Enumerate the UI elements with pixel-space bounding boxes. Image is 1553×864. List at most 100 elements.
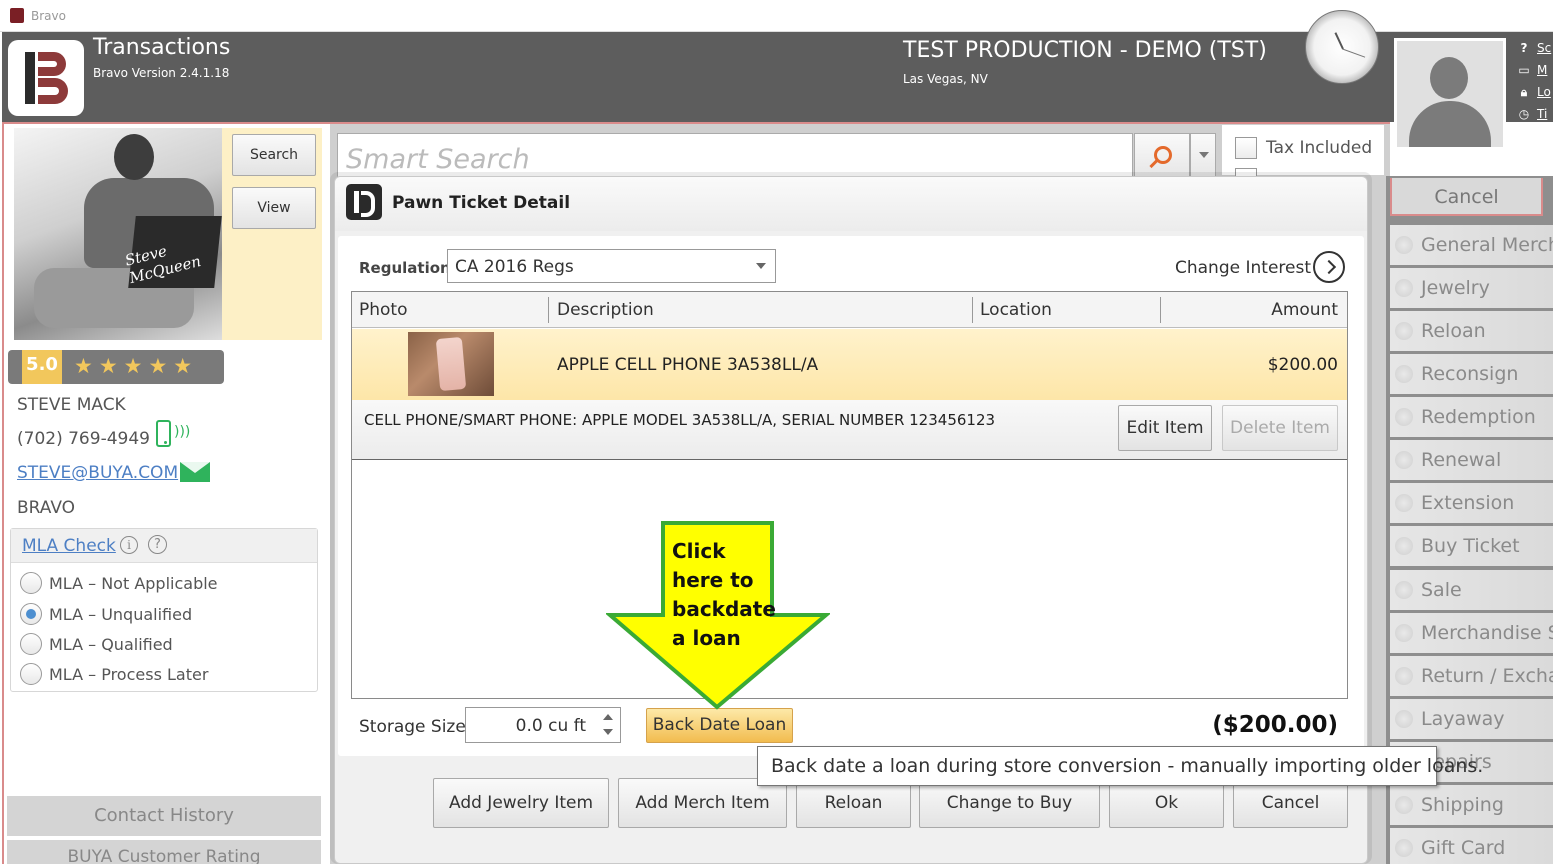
mla-radio-not-applicable[interactable] [20,572,42,594]
menu-item-general-merchandise[interactable]: General Merchandise [1390,225,1553,265]
callout-text: Click here to backdate a loan [672,539,776,650]
storage-size-stepper[interactable]: 0.0 cu ft [465,707,621,743]
menu-item-buy-ticket[interactable]: Buy Ticket [1390,526,1553,566]
mobile-phone-icon[interactable] [156,420,171,447]
buya-rating-button[interactable]: BUYA Customer Rating [7,840,321,864]
column-header-amount[interactable]: Amount [1190,300,1338,320]
lock-icon: 🔒︎ [1520,85,1528,99]
top-link-menu[interactable]: ▭ M [1517,63,1547,77]
delete-item-button[interactable]: Delete Item [1222,405,1338,451]
signal-icon: ))) [174,424,191,440]
bravo-logo-icon [346,184,382,220]
top-link-logout[interactable]: 🔒︎ Lo [1517,85,1551,100]
menu-item-layaway[interactable]: Layaway [1390,699,1553,739]
window-title: Bravo [31,9,66,23]
menu-item-sale[interactable]: Sale [1390,570,1553,610]
app-version: Bravo Version 2.4.1.18 [93,66,230,80]
tax-included-checkbox[interactable] [1235,137,1257,159]
menu-bullet-icon [1395,322,1413,340]
email-icon[interactable] [180,462,210,482]
clock-icon [1305,10,1379,84]
menu-item-redemption[interactable]: Redemption [1390,397,1553,437]
mla-radio-qualified[interactable] [20,633,42,655]
dialog-title: Pawn Ticket Detail [392,193,571,213]
menu-bullet-icon [1395,581,1413,599]
column-header-photo[interactable]: Photo [359,300,408,320]
item-amount: $200.00 [1267,355,1338,375]
menu-bullet-icon [1395,796,1413,814]
back-date-tooltip: Back date a loan during store conversion… [757,746,1483,786]
menu-bullet-icon [1395,279,1413,297]
regulation-select[interactable]: CA 2016 Regs [447,249,776,283]
top-link-support[interactable]: ? Sc [1517,41,1552,55]
page-title: Transactions [93,35,231,60]
top-links: ? Sc ▭ M 🔒︎ Lo ◷ Ti [1517,40,1553,124]
mla-option-label: MLA – Not Applicable [49,574,218,593]
regulation-label: Regulation [359,259,451,277]
contact-history-button[interactable]: Contact History [7,796,321,836]
storage-size-label: Storage Size [359,717,466,737]
customer-company: BRAVO [17,498,76,518]
rating-stars: ★★★★★ [74,354,199,378]
mla-radio-process-later[interactable] [20,663,42,685]
menu-item-reloan[interactable]: Reloan [1390,311,1553,351]
customer-phone: (702) 769-4949 [17,429,150,449]
menu-item-return-exchange[interactable]: Return / Exchange [1390,656,1553,696]
menu-bullet-icon [1395,236,1413,254]
rating-value: 5.0 [22,350,62,384]
menu-bullet-icon [1395,494,1413,512]
column-header-description[interactable]: Description [557,300,654,320]
item-photo[interactable] [408,332,494,396]
menu-item-renewal[interactable]: Renewal [1390,440,1553,480]
menu-bullet-icon [1395,365,1413,383]
menu-bullet-icon [1395,537,1413,555]
chevron-down-icon[interactable] [603,729,613,735]
customer-photo: Steve McQueen [14,128,222,340]
top-link-time[interactable]: ◷ Ti [1517,107,1548,121]
store-name: TEST PRODUCTION - DEMO (TST) [903,38,1267,63]
menu-bullet-icon [1395,408,1413,426]
chevron-right-icon[interactable] [1313,251,1345,283]
add-jewelry-item-button[interactable]: Add Jewelry Item [433,778,609,828]
user-avatar[interactable] [1394,38,1506,150]
menu-item-gift-card[interactable]: Gift Card [1390,828,1553,864]
item-detail-text: CELL PHONE/SMART PHONE: APPLE MODEL 3A53… [364,411,996,429]
menu-bullet-icon [1395,710,1413,728]
mla-check-link[interactable]: MLA Check [22,536,116,556]
change-interest-label[interactable]: Change Interest [1175,258,1311,278]
user-name: DAWN [1427,154,1475,172]
customer-email[interactable]: STEVE@BUYA.COM [17,463,178,483]
back-date-loan-button[interactable]: Back Date Loan [646,708,793,743]
chevron-down-icon [1199,152,1209,158]
column-header-location[interactable]: Location [980,300,1052,320]
cancel-transaction-button[interactable]: Cancel [1390,178,1543,216]
mla-radio-unqualified[interactable] [20,603,42,625]
help-icon: ? [1520,41,1528,55]
menu-item-jewelry[interactable]: Jewelry [1390,268,1553,308]
edit-item-button[interactable]: Edit Item [1118,405,1212,451]
menu-item-shipping[interactable]: Shipping [1390,785,1553,825]
menu-bullet-icon [1395,667,1413,685]
mla-option-label: MLA – Unqualified [49,605,193,624]
item-description: APPLE CELL PHONE 3A538LL/A [557,355,819,375]
ticket-total: ($200.00) [1212,712,1338,738]
chevron-down-icon [756,263,766,269]
menu-item-merchandise-sale[interactable]: Merchandise Sale [1390,613,1553,653]
mla-option-label: MLA – Process Later [49,665,209,684]
customer-search-button[interactable]: Search [232,134,316,176]
info-icon[interactable]: i [120,536,138,554]
menu-item-reconsign[interactable]: Reconsign [1390,354,1553,394]
help-icon[interactable]: ? [148,535,167,554]
mla-option-label: MLA – Qualified [49,635,173,654]
chevron-up-icon[interactable] [603,714,613,720]
customer-view-button[interactable]: View [232,187,316,229]
store-location: Las Vegas, NV [903,72,988,86]
folder-icon: ▭ [1518,63,1530,77]
bravo-brand-logo [8,40,84,116]
menu-bullet-icon [1395,451,1413,469]
menu-bullet-icon [1395,624,1413,642]
menu-bullet-icon [1395,839,1413,857]
bravo-logo-icon [10,8,24,23]
app-window: Bravo Transactions Bravo Version 2.4.1.1… [0,0,1553,864]
menu-item-extension[interactable]: Extension [1390,483,1553,523]
